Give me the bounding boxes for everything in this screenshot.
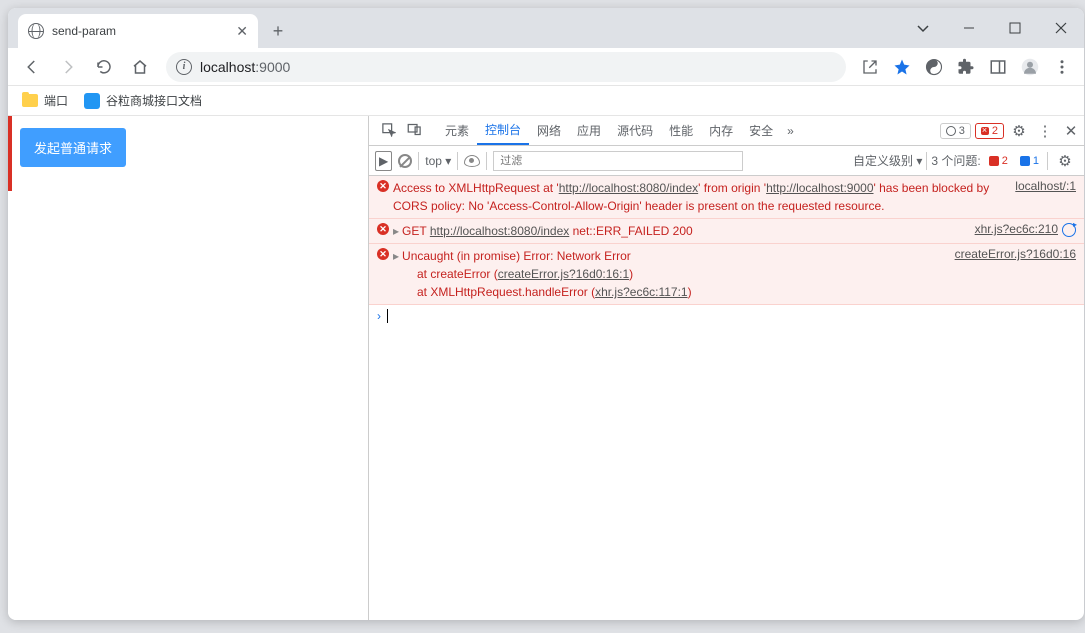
globe-icon bbox=[28, 23, 44, 39]
play-icon[interactable]: ▶ bbox=[375, 151, 392, 171]
send-request-button[interactable]: 发起普通请求 bbox=[20, 128, 126, 167]
filter-input[interactable] bbox=[493, 151, 743, 171]
tab-sources[interactable]: 源代码 bbox=[609, 116, 661, 145]
bookmark-item[interactable]: 谷粒商城接口文档 bbox=[84, 92, 202, 109]
tab-console[interactable]: 控制台 bbox=[477, 116, 529, 145]
bookmark-folder[interactable]: 端口 bbox=[22, 92, 68, 109]
issue-info-badge[interactable]: 1 bbox=[1016, 154, 1043, 168]
share-icon[interactable] bbox=[856, 53, 884, 81]
profile-avatar[interactable] bbox=[1016, 53, 1044, 81]
more-tabs-icon[interactable]: » bbox=[781, 124, 800, 138]
forward-button[interactable] bbox=[52, 51, 84, 83]
url-text: localhost:9000 bbox=[200, 59, 290, 75]
tab-security[interactable]: 安全 bbox=[741, 116, 781, 145]
settings-icon[interactable]: ⚙ bbox=[1006, 122, 1032, 140]
close-devtools-icon[interactable]: ✕ bbox=[1058, 122, 1084, 140]
bookmark-star-icon[interactable] bbox=[888, 53, 916, 81]
error-icon: ✕ bbox=[377, 223, 389, 235]
chevron-down-icon[interactable] bbox=[900, 8, 946, 48]
devtools-panel: 元素 控制台 网络 应用 源代码 性能 内存 安全 » 3 2 ⚙ ⋮ ✕ ▶ bbox=[368, 116, 1084, 620]
bookmarks-bar: 端口 谷粒商城接口文档 bbox=[8, 86, 1084, 116]
error-icon: ✕ bbox=[377, 180, 389, 192]
tab-title: send-param bbox=[52, 24, 228, 38]
device-toggle-icon[interactable] bbox=[401, 122, 427, 140]
site-info-icon[interactable]: i bbox=[176, 59, 192, 75]
expand-icon[interactable]: ▸ bbox=[393, 249, 402, 263]
kebab-menu-icon[interactable] bbox=[1048, 53, 1076, 81]
close-tab-icon[interactable]: ✕ bbox=[236, 23, 248, 40]
source-link[interactable]: localhost/:1 bbox=[1005, 179, 1076, 215]
window-titlebar: send-param ✕ + bbox=[8, 8, 1084, 48]
console-toolbar: ▶ top ▾ 自定义级别 ▾ 3 个问题: 2 1 ⚙ bbox=[369, 146, 1084, 176]
back-button[interactable] bbox=[16, 51, 48, 83]
yin-yang-icon[interactable] bbox=[920, 53, 948, 81]
address-bar: i localhost:9000 bbox=[8, 48, 1084, 86]
new-tab-button[interactable]: + bbox=[264, 17, 292, 45]
error-icon: ✕ bbox=[377, 248, 389, 260]
source-link[interactable]: createError.js?16d0:16 bbox=[945, 247, 1076, 301]
warn-count-badge[interactable]: 2 bbox=[975, 123, 1004, 139]
maximize-button[interactable] bbox=[992, 8, 1038, 48]
tab-memory[interactable]: 内存 bbox=[701, 116, 741, 145]
minimize-button[interactable] bbox=[946, 8, 992, 48]
panel-icon[interactable] bbox=[984, 53, 1012, 81]
extensions-icon[interactable] bbox=[952, 53, 980, 81]
console-error-row[interactable]: ✕ Access to XMLHttpRequest at 'http://lo… bbox=[369, 176, 1084, 219]
expand-icon[interactable]: ▸ bbox=[393, 224, 402, 238]
clear-console-icon[interactable] bbox=[398, 154, 412, 168]
folder-icon bbox=[22, 94, 38, 107]
reload-button[interactable] bbox=[88, 51, 120, 83]
inspect-icon[interactable] bbox=[375, 122, 401, 140]
reload-icon bbox=[1062, 223, 1076, 237]
tab-network[interactable]: 网络 bbox=[529, 116, 569, 145]
console-prompt[interactable]: › bbox=[369, 305, 1084, 327]
issue-error-badge[interactable]: 2 bbox=[985, 154, 1012, 168]
doc-icon bbox=[84, 93, 100, 109]
issues-label: 3 个问题: bbox=[931, 152, 980, 169]
devtools-tabs: 元素 控制台 网络 应用 源代码 性能 内存 安全 » 3 2 ⚙ ⋮ ✕ bbox=[369, 116, 1084, 146]
home-button[interactable] bbox=[124, 51, 156, 83]
omnibox[interactable]: i localhost:9000 bbox=[166, 52, 846, 82]
tab-elements[interactable]: 元素 bbox=[437, 116, 477, 145]
console-error-row[interactable]: ✕ ▸Uncaught (in promise) Error: Network … bbox=[369, 244, 1084, 305]
console-settings-icon[interactable]: ⚙ bbox=[1052, 152, 1078, 170]
browser-tab[interactable]: send-param ✕ bbox=[18, 14, 258, 48]
live-expression-icon[interactable] bbox=[464, 155, 480, 167]
console-error-row[interactable]: ✕ ▸GET http://localhost:8080/index net::… bbox=[369, 219, 1084, 244]
error-count-badge[interactable]: 3 bbox=[940, 123, 971, 139]
source-link[interactable]: xhr.js?ec6c:210 bbox=[965, 222, 1076, 240]
tab-performance[interactable]: 性能 bbox=[661, 116, 701, 145]
devtools-menu-icon[interactable]: ⋮ bbox=[1032, 122, 1058, 140]
context-selector[interactable]: top ▾ bbox=[425, 154, 451, 168]
close-window-button[interactable] bbox=[1038, 8, 1084, 48]
console-output: ✕ Access to XMLHttpRequest at 'http://lo… bbox=[369, 176, 1084, 620]
page-content: 发起普通请求 bbox=[8, 116, 368, 620]
tab-application[interactable]: 应用 bbox=[569, 116, 609, 145]
level-selector[interactable]: 自定义级别 ▾ bbox=[853, 152, 922, 169]
